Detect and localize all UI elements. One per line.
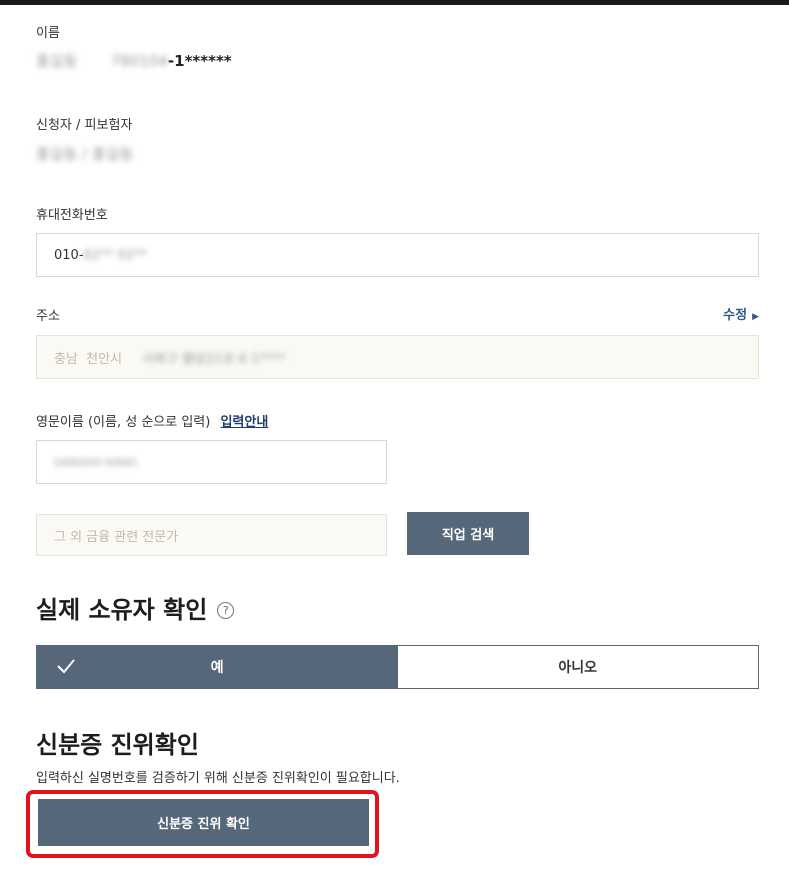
- job-input[interactable]: 그 외 금융 관련 전문가: [36, 514, 387, 556]
- address-label: 주소: [36, 309, 60, 324]
- id-suffix: -1******: [167, 52, 232, 70]
- input-guide-link[interactable]: 입력안내: [220, 415, 268, 430]
- owner-no-label: 아니오: [558, 660, 598, 676]
- english-name-label-text: 영문이름 (이름, 성 순으로 입력): [36, 415, 211, 430]
- id-verify-title: 신분증 진위확인: [36, 731, 199, 759]
- phone-input[interactable]: 010- 62** 02**: [36, 233, 759, 277]
- job-search-button[interactable]: 직업 검색: [407, 512, 529, 555]
- address-edit-link[interactable]: 수정 ▶: [723, 304, 759, 323]
- owner-no-option[interactable]: 아니오: [397, 646, 758, 688]
- blurred-name: 홍길동: [36, 52, 78, 70]
- id-verify-description: 입력하신 실명번호를 검증하기 위해 신분증 진위확인이 필요합니다.: [36, 771, 400, 786]
- owner-yes-option[interactable]: 예: [37, 646, 398, 688]
- phone-prefix: 010-: [54, 247, 84, 263]
- phone-label: 휴대전화번호: [36, 208, 108, 223]
- name-value: 홍길동 780104-1******: [36, 50, 232, 71]
- owner-check-toggle: 예 아니오: [36, 645, 759, 689]
- play-arrow-icon: ▶: [752, 312, 759, 322]
- owner-check-title: 실제 소유자 확인?: [36, 590, 235, 625]
- owner-yes-label: 예: [210, 660, 224, 676]
- address-edit-label: 수정: [723, 308, 748, 323]
- job-placeholder: 그 외 금융 관련 전문가: [54, 529, 179, 545]
- blurred-address: 서북구 불당21로 6 1****: [142, 351, 286, 367]
- top-border: [0, 0, 789, 5]
- english-name-input[interactable]: SANGHO KANG: [36, 440, 387, 484]
- name-label: 이름: [36, 26, 60, 41]
- blurred-english-name: SANGHO KANG: [54, 455, 138, 469]
- address-input: 충남 천안시 서북구 불당21로 6 1****: [36, 335, 759, 379]
- address-city: 충남 천안시: [54, 351, 123, 367]
- blurred-phone: 62** 02**: [83, 247, 147, 263]
- applicant-value: 홍길동 / 홍길동: [36, 143, 133, 164]
- blurred-id-prefix: 780104: [110, 52, 168, 70]
- english-name-label: 영문이름 (이름, 성 순으로 입력) 입력안내: [36, 411, 268, 430]
- highlight-frame: [26, 790, 379, 858]
- owner-check-title-text: 실제 소유자 확인: [36, 596, 208, 624]
- check-icon: [57, 659, 75, 674]
- blurred-applicant: 홍길동 / 홍길동: [36, 145, 134, 163]
- help-icon[interactable]: ?: [217, 602, 235, 619]
- applicant-label: 신청자 / 피보험자: [36, 118, 133, 133]
